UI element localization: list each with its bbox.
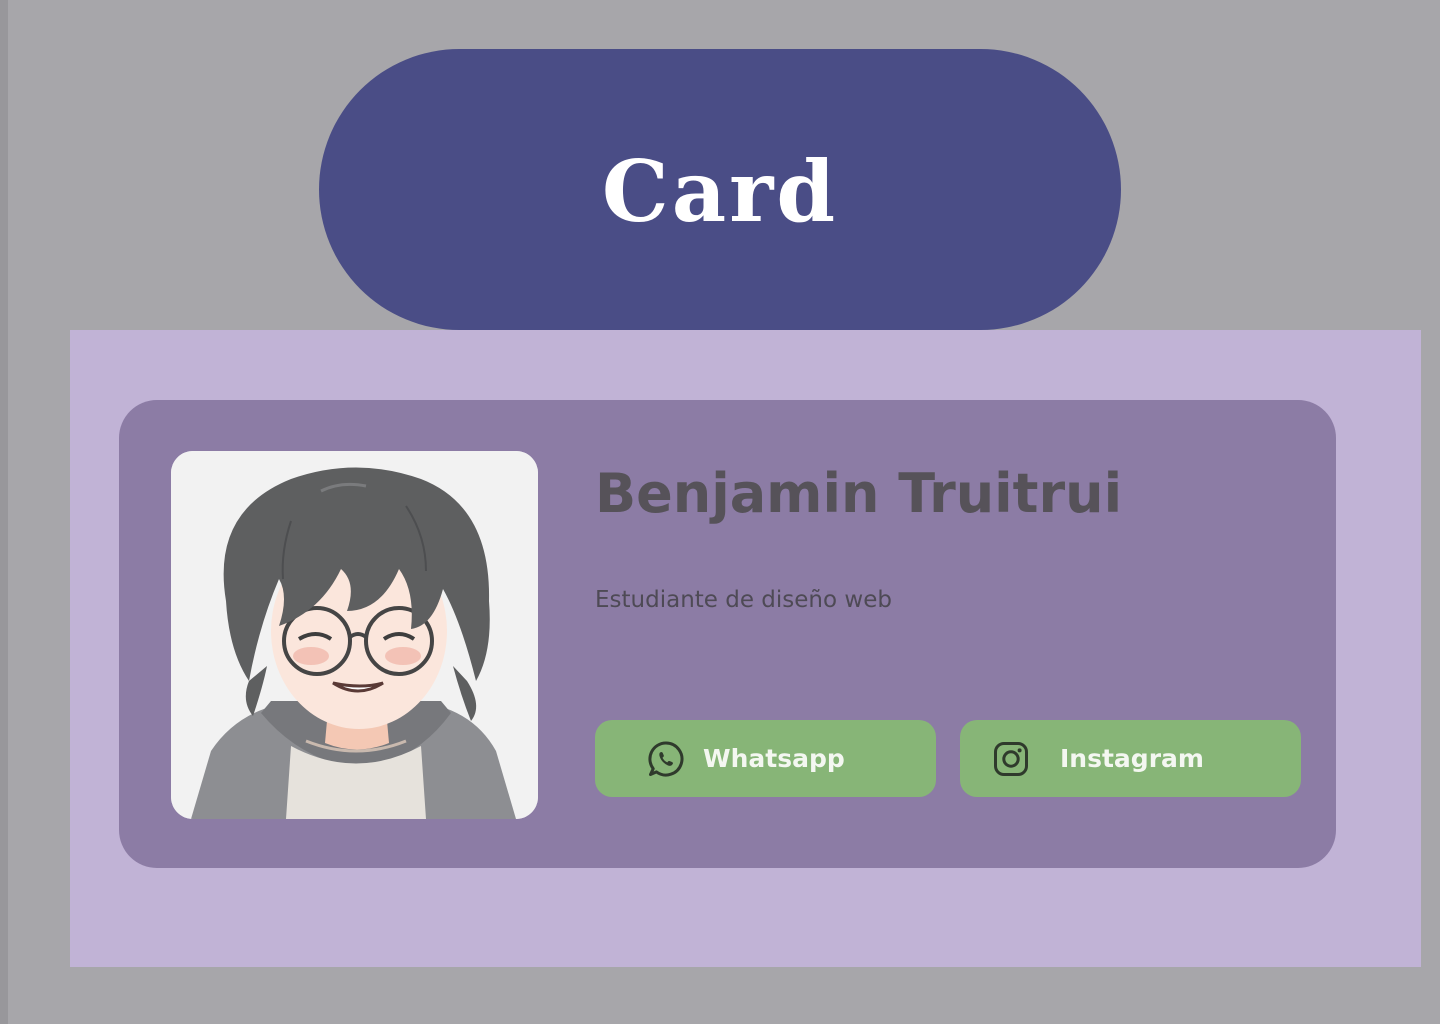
- instagram-icon: [991, 739, 1031, 779]
- avatar-illustration: [171, 451, 538, 819]
- profile-subtitle: Estudiante de diseño web: [595, 587, 892, 613]
- title-banner: Card: [319, 49, 1121, 330]
- page-edge: [0, 0, 8, 1024]
- avatar: [171, 451, 538, 819]
- page-title: Card: [601, 142, 839, 241]
- profile-name: Benjamin Truitrui: [595, 462, 1123, 525]
- instagram-button[interactable]: Instagram: [960, 720, 1301, 797]
- card-stage: Benjamin Truitrui Estudiante de diseño w…: [70, 330, 1421, 967]
- whatsapp-button-label: Whatsapp: [703, 744, 845, 773]
- whatsapp-button[interactable]: Whatsapp: [595, 720, 936, 797]
- instagram-button-label: Instagram: [1060, 744, 1204, 773]
- whatsapp-icon: [646, 739, 686, 779]
- profile-card: Benjamin Truitrui Estudiante de diseño w…: [119, 400, 1336, 868]
